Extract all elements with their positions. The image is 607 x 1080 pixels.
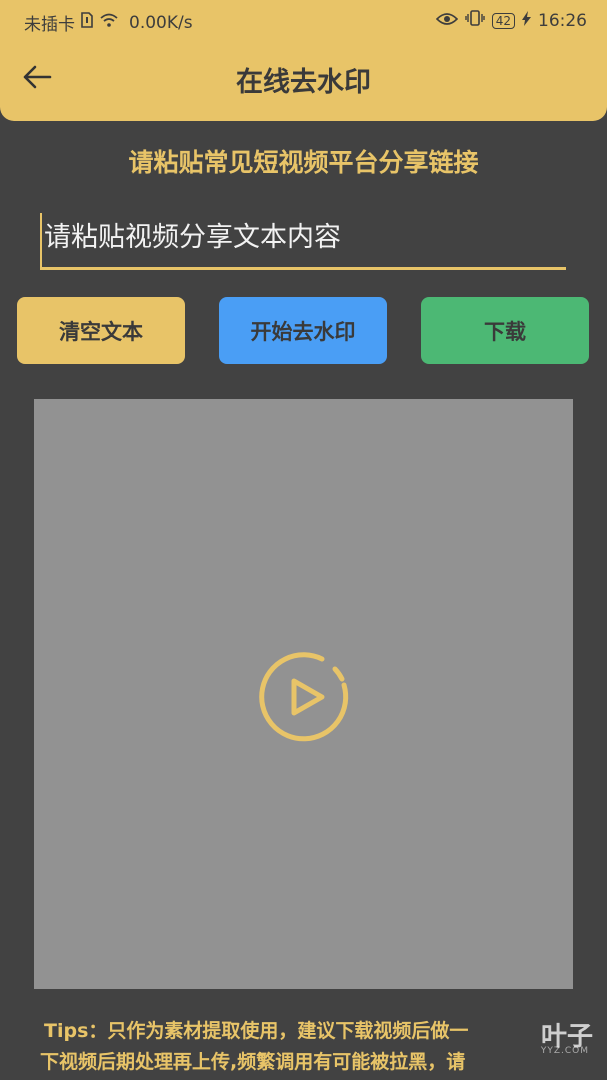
site-watermark: 叶子 YYZ.COM xyxy=(540,1016,593,1056)
status-left: 未插卡 0.00K/s xyxy=(24,10,193,35)
battery-indicator: 42 xyxy=(491,12,515,29)
download-button[interactable]: 下载 xyxy=(421,297,589,364)
vibrate-icon xyxy=(465,10,485,31)
status-bar: 未插卡 0.00K/s 42 16:26 xyxy=(0,0,607,42)
watermark-subtext: YYZ.COM xyxy=(540,1046,589,1056)
app-header: 未插卡 0.00K/s 42 16:26 在线去水印 xyxy=(0,0,607,121)
sim-card-icon xyxy=(81,12,93,33)
eye-icon xyxy=(435,11,458,31)
instruction-subtitle: 请粘贴常见短视频平台分享链接 xyxy=(128,148,479,177)
net-speed-text: 0.00K/s xyxy=(129,12,193,33)
wifi-icon xyxy=(99,12,119,33)
page-title: 在线去水印 xyxy=(236,67,371,98)
share-text-input[interactable] xyxy=(40,213,566,267)
share-text-field xyxy=(40,213,566,270)
clock-text: 16:26 xyxy=(538,10,587,31)
charging-icon xyxy=(522,10,531,31)
carrier-text: 未插卡 xyxy=(24,15,75,35)
start-remove-watermark-button[interactable]: 开始去水印 xyxy=(219,297,387,364)
tips-text: Tips：只作为素材提取使用，建议下载视频后做一 下视频后期处理再上传,频繁调用… xyxy=(40,1016,584,1078)
play-circle-icon[interactable] xyxy=(252,645,356,749)
tips-line-1: Tips：只作为素材提取使用，建议下载视频后做一 xyxy=(44,1020,469,1042)
status-right: 42 16:26 xyxy=(435,10,587,31)
tips-line-2: 下视频后期处理再上传,频繁调用有可能被拉黑，请 xyxy=(40,1051,466,1073)
clear-text-button[interactable]: 清空文本 xyxy=(17,297,185,364)
